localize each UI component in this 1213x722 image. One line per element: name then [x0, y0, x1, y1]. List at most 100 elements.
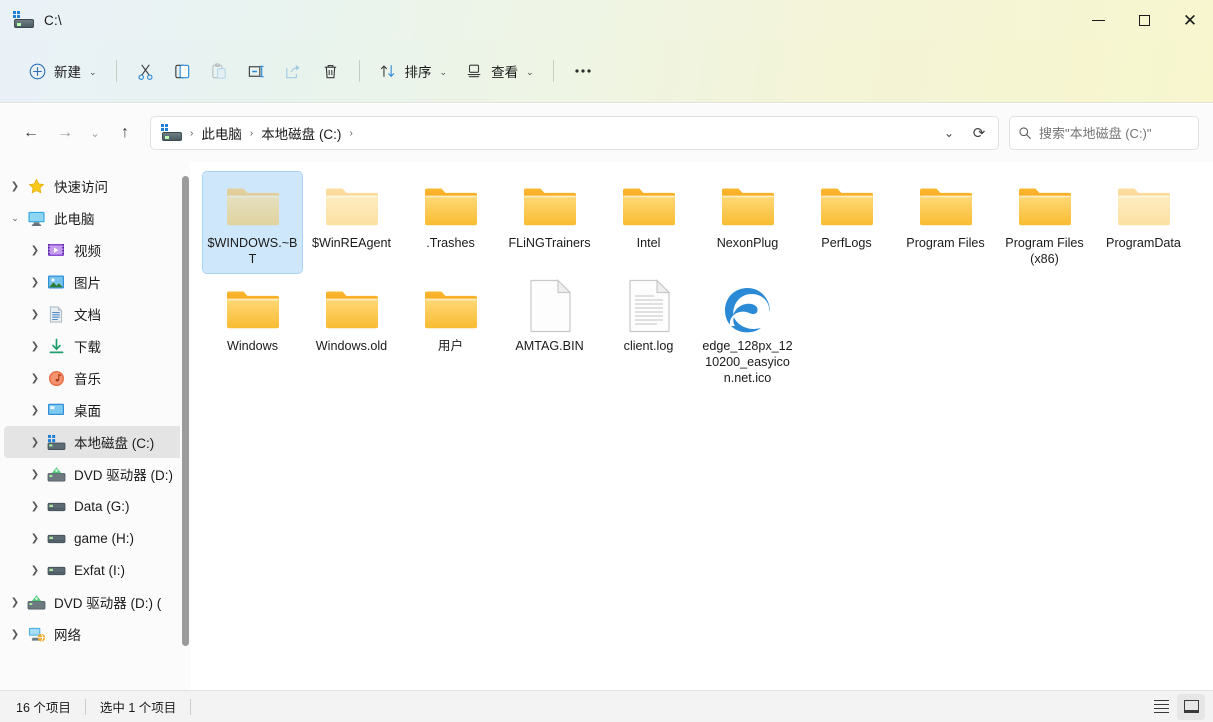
sidebar-scrollbar[interactable]: [180, 168, 191, 688]
chevron-right-icon[interactable]: ❯: [24, 373, 46, 384]
file-item[interactable]: Program Files: [896, 172, 995, 273]
chevron-right-icon[interactable]: ❯: [24, 437, 46, 448]
chevron-down-icon[interactable]: ⌄: [4, 213, 26, 224]
close-button[interactable]: ✕: [1167, 0, 1213, 40]
sidebar-item-0[interactable]: ❯ 快速访问: [4, 170, 186, 202]
trash-icon: [321, 62, 340, 81]
chevron-down-icon: ⌄: [943, 126, 955, 140]
chevron-right-icon[interactable]: ❯: [4, 181, 26, 192]
sidebar-item-label: 网络: [54, 628, 81, 643]
file-item-label: FLiNGTrainers: [508, 236, 591, 250]
file-item-label: $WINDOWS.~BT: [207, 236, 298, 266]
chevron-right-icon[interactable]: ❯: [24, 341, 46, 352]
sidebar-item-9[interactable]: ❯ DVD 驱动器 (D:): [4, 458, 186, 490]
file-item[interactable]: .Trashes: [401, 172, 500, 273]
up-button[interactable]: ↑: [108, 116, 142, 150]
folder-icon: [320, 279, 384, 333]
file-item[interactable]: edge_128px_1210200_easyicon.net.ico: [698, 275, 797, 392]
chevron-right-icon[interactable]: ❯: [24, 501, 46, 512]
copy-button[interactable]: [164, 54, 201, 88]
file-item[interactable]: AMTAG.BIN: [500, 275, 599, 392]
sidebar-item-12[interactable]: ❯ Exfat (I:): [4, 554, 186, 586]
chevron-right-icon[interactable]: ❯: [4, 597, 26, 608]
sidebar-item-label: 视频: [74, 244, 101, 259]
file-item[interactable]: $WinREAgent: [302, 172, 401, 273]
sidebar-item-label: game (H:): [74, 530, 135, 546]
file-item[interactable]: Windows: [203, 275, 302, 392]
refresh-button[interactable]: ⟳: [964, 119, 994, 147]
file-item[interactable]: Program Files (x86): [995, 172, 1094, 273]
details-view-button[interactable]: [1147, 694, 1175, 720]
file-item[interactable]: ProgramData: [1094, 172, 1193, 273]
chevron-right-icon[interactable]: ❯: [24, 533, 46, 544]
sidebar-item-11[interactable]: ❯ game (H:): [4, 522, 186, 554]
more-options-button[interactable]: [564, 54, 602, 88]
file-item[interactable]: client.log: [599, 275, 698, 392]
details-view-icon: [1153, 697, 1169, 715]
recent-locations-button[interactable]: ⌄: [82, 116, 108, 150]
cut-button[interactable]: [127, 54, 164, 88]
search-box[interactable]: [1009, 116, 1199, 150]
forward-button[interactable]: →: [48, 116, 82, 150]
sidebar-item-3[interactable]: ❯ 图片: [4, 266, 186, 298]
file-item[interactable]: Intel: [599, 172, 698, 273]
drive-icon: [46, 561, 66, 579]
folder-icon: [221, 176, 285, 230]
sidebar-item-7[interactable]: ❯ 桌面: [4, 394, 186, 426]
view-button[interactable]: 查看 ⌄: [456, 54, 543, 88]
chevron-right-icon[interactable]: ❯: [24, 245, 46, 256]
address-bar[interactable]: › 此电脑 › 本地磁盘 (C:) › ⌄ ⟳: [150, 116, 999, 150]
file-item[interactable]: Windows.old: [302, 275, 401, 392]
maximize-button[interactable]: [1121, 0, 1167, 40]
file-item[interactable]: 用户: [401, 275, 500, 392]
chevron-right-icon[interactable]: ❯: [24, 277, 46, 288]
file-item[interactable]: FLiNGTrainers: [500, 172, 599, 273]
chevron-right-icon[interactable]: ❯: [24, 309, 46, 320]
sidebar-item-6[interactable]: ❯ 音乐: [4, 362, 186, 394]
paste-button[interactable]: [201, 54, 238, 88]
sidebar-scrollbar-thumb[interactable]: [182, 176, 189, 646]
file-item[interactable]: NexonPlug: [698, 172, 797, 273]
file-item-label: Windows: [226, 339, 279, 353]
breadcrumb: › 此电脑 › 本地磁盘 (C:) ›: [187, 120, 934, 146]
folder-icon: [1013, 176, 1077, 230]
rename-button[interactable]: [238, 54, 275, 88]
search-input[interactable]: [1039, 125, 1190, 141]
large-icons-view-icon: [1183, 700, 1199, 713]
sidebar-item-5[interactable]: ❯ 下载: [4, 330, 186, 362]
sort-button[interactable]: 排序 ⌄: [370, 54, 457, 88]
chevron-down-icon: ⌄: [526, 66, 534, 77]
view-toggle-group: [1147, 693, 1205, 720]
delete-button[interactable]: [312, 54, 349, 88]
sidebar-item-4[interactable]: ❯ 文档: [4, 298, 186, 330]
back-button[interactable]: ←: [14, 116, 48, 150]
sidebar-item-8[interactable]: ❯ 本地磁盘 (C:): [4, 426, 186, 458]
address-local-disk-icon: [161, 124, 183, 142]
address-dropdown-button[interactable]: ⌄: [934, 119, 964, 147]
downloads-icon: [46, 337, 66, 355]
sidebar-item-13[interactable]: ❯ DVD 驱动器 (D:) (: [4, 586, 186, 618]
folder-icon: [617, 176, 681, 230]
chevron-right-icon[interactable]: ❯: [24, 469, 46, 480]
chevron-down-icon: ⌄: [439, 66, 448, 77]
large-icons-view-button[interactable]: [1177, 693, 1205, 720]
breadcrumb-item-local-disk[interactable]: 本地磁盘 (C:): [256, 120, 346, 146]
ellipsis-icon: [573, 62, 593, 80]
file-item[interactable]: $WINDOWS.~BT: [202, 171, 303, 274]
chevron-right-icon[interactable]: ❯: [24, 565, 46, 576]
breadcrumb-item-this-pc[interactable]: 此电脑: [196, 120, 247, 146]
sidebar-item-10[interactable]: ❯ Data (G:): [4, 490, 186, 522]
minimize-button[interactable]: [1075, 0, 1121, 40]
chevron-right-icon[interactable]: ❯: [4, 629, 26, 640]
sidebar-item-2[interactable]: ❯ 视频: [4, 234, 186, 266]
chevron-down-icon: ⌄: [90, 127, 100, 140]
sidebar-item-1[interactable]: ⌄ 此电脑: [4, 202, 186, 234]
chevron-right-icon[interactable]: ❯: [24, 405, 46, 416]
share-button[interactable]: [275, 54, 312, 88]
file-item[interactable]: PerfLogs: [797, 172, 896, 273]
sidebar-item-14[interactable]: ❯ 网络: [4, 618, 186, 650]
command-separator-3: [552, 60, 554, 82]
new-button[interactable]: 新建 ⌄: [20, 54, 106, 88]
drive-icon: [46, 497, 66, 515]
window-controls: ✕: [1075, 0, 1213, 40]
